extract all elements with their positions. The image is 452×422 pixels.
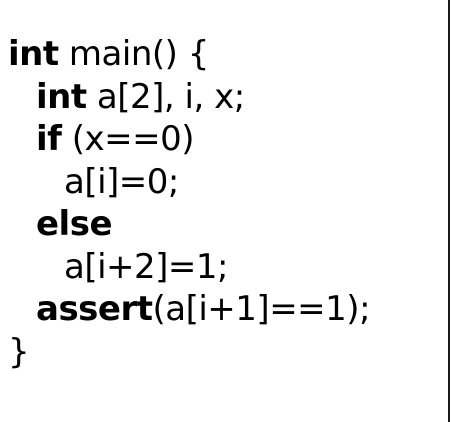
code-text: main() { [58,34,209,74]
code-line-2: int a[2], i, x; [8,76,370,119]
code-text: a[i+2]=1; [64,246,229,287]
code-line-8: } [8,331,370,374]
code-text: a[2], i, x; [86,76,245,117]
code-line-4: a[i]=0; [8,161,370,204]
code-line-6: a[i+2]=1; [8,246,370,289]
keyword: if [36,119,62,159]
code-line-1: int main() { [8,33,370,76]
keyword: else [36,204,113,244]
keyword: int [8,34,59,74]
code-line-5: else [8,203,370,246]
code-panel: int main() { int a[2], i, x; if (x==0) a… [0,0,450,422]
code-block: int main() { int a[2], i, x; if (x==0) a… [8,33,371,374]
code-line-3: if (x==0) [8,118,370,161]
code-text: (a[i+1]==1); [152,289,371,329]
code-text: (x==0) [61,119,195,159]
code-line-7: assert(a[i+1]==1); [8,288,371,331]
keyword: int [36,76,87,117]
keyword: assert [36,289,153,329]
code-text: a[i]=0; [64,161,179,202]
code-text: } [8,331,30,372]
